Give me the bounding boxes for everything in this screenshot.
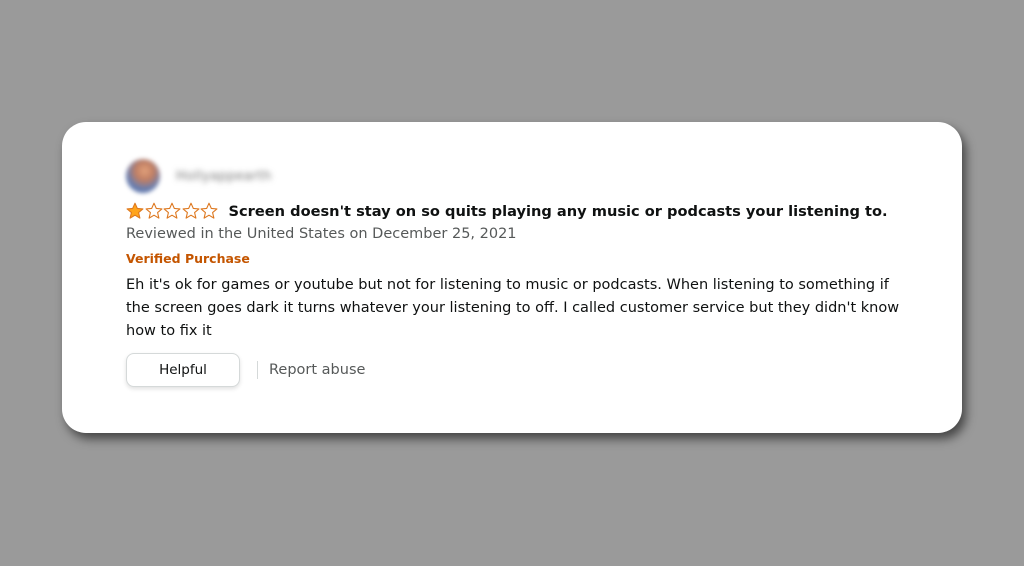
reviewer-profile[interactable]: Hollyappearth [126, 158, 272, 194]
review-card: Hollyappearth Screen doesn't stay on so … [62, 122, 962, 433]
verified-purchase-badge: Verified Purchase [126, 251, 250, 266]
star-empty-icon [163, 202, 181, 219]
reviewer-name[interactable]: Hollyappearth [176, 169, 272, 184]
star-empty-icon [182, 202, 199, 219]
star-filled-icon [126, 202, 144, 219]
review-date: Reviewed in the United States on Decembe… [126, 226, 517, 242]
star-rating[interactable] [126, 202, 219, 220]
avatar[interactable] [126, 159, 160, 193]
report-abuse-link[interactable]: Report abuse [269, 362, 365, 378]
divider [257, 361, 258, 379]
rating-row: Screen doesn't stay on so quits playing … [126, 202, 888, 220]
star-empty-icon [145, 202, 162, 219]
review-title[interactable]: Screen doesn't stay on so quits playing … [229, 203, 888, 220]
review-body: Eh it's ok for games or youtube but not … [126, 277, 900, 339]
review-actions: Helpful Report abuse [126, 353, 365, 387]
star-empty-icon [200, 202, 218, 219]
helpful-button[interactable]: Helpful [126, 353, 240, 387]
